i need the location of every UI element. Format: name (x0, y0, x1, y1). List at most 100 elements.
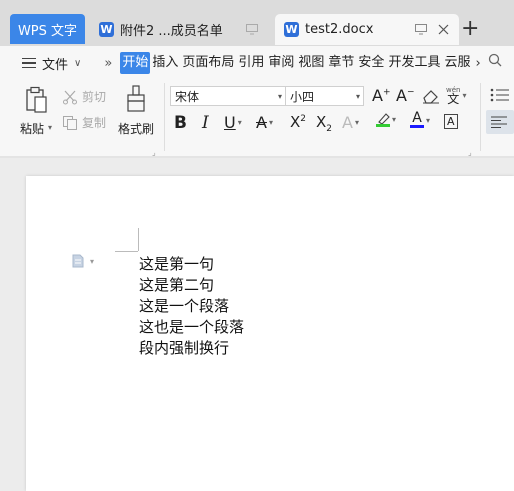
font-size-select[interactable]: 小四 ▾ (285, 86, 364, 106)
copy-label: 复制 (82, 116, 107, 130)
italic-button[interactable]: I (202, 113, 209, 133)
text-effect-button[interactable]: A ▾ (342, 113, 359, 132)
ribbon-separator (480, 83, 481, 151)
paragraph-handle[interactable]: ▾ (72, 254, 94, 268)
bullet-list-button[interactable] (490, 88, 510, 102)
chevron-down-icon: ▾ (277, 91, 282, 101)
tab-document-2-label: test2.docx (305, 22, 374, 37)
file-menu-label: 文件 (42, 57, 69, 73)
document-page[interactable] (26, 176, 514, 491)
ribbon-tab-page-layout[interactable]: 页面布局 (180, 52, 236, 74)
superscript-icon: X2 (290, 113, 307, 131)
font-color-button[interactable]: A ▾ (410, 110, 430, 128)
double-chevron-left-icon[interactable]: » (104, 56, 112, 71)
highlight-color-swatch (376, 124, 390, 127)
superscript-button[interactable]: X2 (290, 113, 306, 131)
phonetic-guide-icon: 文 (447, 92, 460, 106)
chevron-down-icon: ▾ (392, 115, 397, 124)
font-size-value: 小四 (290, 89, 315, 104)
highlighter-icon (378, 113, 390, 124)
scissors-icon (63, 90, 77, 104)
increase-font-size-button[interactable]: A+ (372, 86, 391, 105)
ribbon-tab-view[interactable]: 视图 (296, 52, 326, 74)
underline-icon: U (224, 113, 236, 132)
chevron-right-icon[interactable]: › (475, 56, 480, 71)
increase-font-icon: A+ (372, 86, 391, 105)
tab-document-1-label: 附件2 ...成员名单 (120, 24, 223, 39)
document-line: 这是第二句 (139, 276, 215, 294)
document-icon (72, 254, 84, 268)
ribbon-toolbar: 粘贴 ▾ 剪切 复制 格式刷 ⌟ 宋体 ▾ 小四 ▾ A+ A− wén 文 ▾… (0, 80, 514, 157)
underline-button[interactable]: U ▾ (224, 113, 242, 132)
character-border-icon: A (444, 114, 458, 129)
subscript-icon: X2 (316, 113, 333, 134)
ribbon-tab-home[interactable]: 开始 (120, 52, 151, 74)
format-painter-button[interactable]: 格式刷 (116, 84, 158, 136)
chevron-down-icon: ▾ (354, 118, 359, 127)
italic-icon: I (202, 113, 209, 133)
document-line: 段内强制换行 (139, 339, 230, 357)
tab-bar: WPS 文字 W 附件2 ...成员名单 W test2.docx + (0, 0, 514, 46)
ribbon-tabs: 开始 插入 页面布局 引用 审阅 视图 章节 安全 开发工具 云服 (120, 52, 472, 74)
monitor-icon[interactable] (415, 24, 427, 35)
character-border-button[interactable]: A (444, 114, 458, 129)
ribbon-tab-cloud[interactable]: 云服 (442, 52, 472, 74)
eraser-icon (423, 90, 439, 104)
tab-wps-home-label: WPS 文字 (17, 23, 78, 39)
hamburger-menu-icon[interactable] (22, 57, 36, 69)
wps-writer-icon: W (284, 22, 299, 37)
format-painter-label: 格式刷 (118, 122, 155, 136)
search-icon[interactable] (488, 53, 502, 67)
font-color-icon: A (412, 110, 422, 126)
font-name-select[interactable]: 宋体 ▾ (170, 86, 286, 106)
ribbon-tab-review[interactable]: 审阅 (266, 52, 296, 74)
strikethrough-button[interactable]: A ▾ (256, 113, 273, 132)
align-left-button[interactable] (486, 110, 514, 134)
ribbon-tab-references[interactable]: 引用 (236, 52, 266, 74)
document-line: 这是第一句 (139, 255, 215, 273)
format-painter-icon (127, 85, 145, 112)
chevron-down-icon: ▾ (268, 118, 273, 127)
bold-icon: B (174, 113, 187, 133)
close-icon[interactable] (438, 24, 449, 35)
clear-formatting-button[interactable] (422, 88, 440, 104)
bold-button[interactable]: B (174, 113, 187, 133)
cut-button[interactable]: 剪切 (62, 88, 106, 105)
menu-bar: 文件 ∨ » 开始 插入 页面布局 引用 审阅 视图 章节 安全 开发工具 云服… (0, 46, 514, 80)
margin-mark (138, 228, 139, 251)
font-color-swatch (410, 125, 424, 128)
tab-wps-home[interactable]: WPS 文字 (10, 14, 85, 44)
decrease-font-size-button[interactable]: A− (396, 86, 415, 105)
copy-icon (63, 115, 77, 130)
ribbon-tab-security[interactable]: 安全 (356, 52, 386, 74)
tab-document-1[interactable]: W 附件2 ...成员名单 (90, 14, 268, 45)
ribbon-separator (164, 83, 165, 151)
new-tab-button[interactable]: + (461, 17, 479, 41)
document-text[interactable]: 这是第一句 这是第二句 这是一个段落 这也是一个段落 段内强制换行 (139, 254, 244, 359)
phonetic-guide-button[interactable]: wén 文 ▾ (446, 86, 467, 106)
document-line: 这也是一个段落 (139, 318, 245, 336)
cut-label: 剪切 (82, 90, 107, 104)
copy-button[interactable]: 复制 (62, 114, 106, 131)
subscript-button[interactable]: X2 (316, 113, 332, 134)
chevron-down-icon: ▾ (90, 256, 95, 266)
paste-button[interactable]: 粘贴 ▾ (18, 84, 56, 136)
text-effect-icon: A (342, 113, 353, 132)
ribbon-tab-section[interactable]: 章节 (326, 52, 356, 74)
highlight-color-button[interactable]: ▾ (376, 112, 396, 127)
strikethrough-icon: A (256, 113, 267, 132)
ribbon-tab-developer[interactable]: 开发工具 (386, 52, 442, 74)
chevron-down-icon: ▾ (462, 90, 467, 100)
align-left-icon (491, 116, 507, 128)
chevron-down-icon: ▾ (355, 91, 360, 101)
decrease-font-icon: A− (396, 86, 415, 105)
monitor-icon[interactable] (246, 24, 258, 35)
ribbon-tab-insert[interactable]: 插入 (150, 52, 180, 74)
paste-label: 粘贴 (20, 122, 45, 136)
font-name-value: 宋体 (175, 89, 200, 104)
file-menu[interactable]: 文件 ∨ (42, 54, 81, 73)
margin-mark (115, 251, 138, 252)
tab-document-2[interactable]: W test2.docx (275, 14, 459, 45)
paste-dropdown-icon[interactable]: ▾ (48, 123, 52, 132)
chevron-down-icon: ▾ (237, 118, 242, 127)
